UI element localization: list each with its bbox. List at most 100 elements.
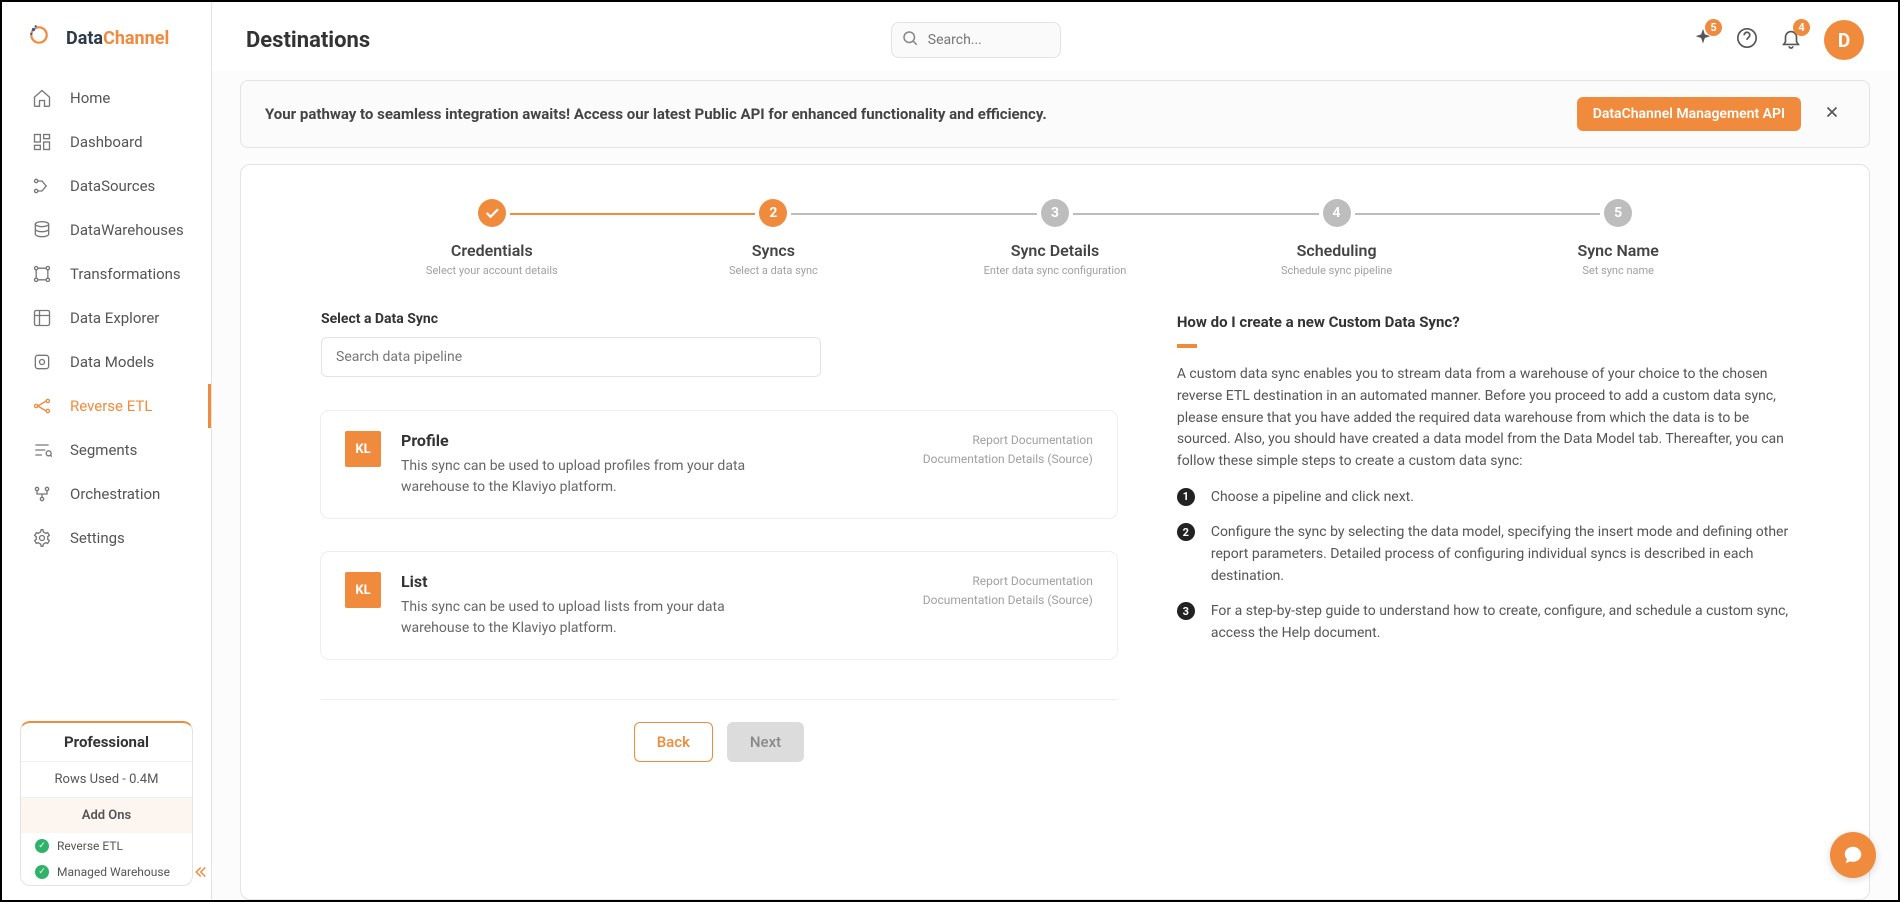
accent-bar <box>1177 344 1197 348</box>
logo-mark-icon <box>28 24 56 52</box>
avatar[interactable]: D <box>1824 20 1864 60</box>
sidebar-item-label: DataWarehouses <box>70 221 184 239</box>
datasources-icon <box>32 176 52 196</box>
notifications-badge: 4 <box>1793 19 1810 36</box>
orchestration-icon <box>32 484 52 504</box>
step-dot: 4 <box>1323 199 1351 227</box>
transformations-icon <box>32 264 52 284</box>
klaviyo-badge-icon: KL <box>345 431 381 467</box>
sidebar-item-orchestration[interactable]: Orchestration <box>2 472 211 516</box>
sidebar-item-home[interactable]: Home <box>2 76 211 120</box>
step-dot: 3 <box>1041 199 1069 227</box>
main: Destinations 5 4 D You <box>212 2 1898 900</box>
divider <box>321 699 1117 700</box>
sidebar-collapse-button[interactable] <box>187 859 213 890</box>
sync-link[interactable]: Report Documentation <box>923 431 1093 450</box>
brand-text: DataChannel <box>66 28 169 49</box>
plan-addons-title: Add Ons <box>21 797 192 833</box>
sidebar-item-datamodels[interactable]: Data Models <box>2 340 211 384</box>
check-icon: ✓ <box>35 839 49 853</box>
banner-cta-button[interactable]: DataChannel Management API <box>1577 97 1801 131</box>
plan-tier: Professional <box>21 723 192 761</box>
klaviyo-badge-icon: KL <box>345 572 381 608</box>
step-credentials[interactable]: Credentials Select your account details <box>351 199 633 277</box>
topbar: Destinations 5 4 D <box>212 2 1898 70</box>
help-panel: How do I create a new Custom Data Sync? … <box>1177 311 1789 762</box>
sidebar-item-label: Dashboard <box>70 133 143 151</box>
sidebar-item-reverseetl[interactable]: Reverse ETL <box>2 384 211 428</box>
sidebar-item-datawarehouses[interactable]: DataWarehouses <box>2 208 211 252</box>
sidebar-item-label: DataSources <box>70 177 155 195</box>
sync-title: Profile <box>401 431 903 450</box>
step-dot: 2 <box>759 199 787 227</box>
sidebar-item-label: Data Models <box>70 353 154 371</box>
back-button[interactable]: Back <box>634 722 713 762</box>
help-step: For a step-by-step guide to understand h… <box>1177 601 1789 644</box>
dashboard-icon <box>32 132 52 152</box>
brand-logo[interactable]: DataChannel <box>2 2 211 70</box>
plan-card: Professional Rows Used - 0.4M Add Ons ✓R… <box>20 721 193 886</box>
sync-link[interactable]: Documentation Details (Source) <box>923 591 1093 610</box>
step-dot-done-icon <box>478 199 506 227</box>
sidebar-item-label: Segments <box>70 441 137 459</box>
plan-addon: ✓Managed Warehouse <box>21 859 192 885</box>
step-syncs[interactable]: 2 Syncs Select a data sync <box>633 199 915 277</box>
sidebar-item-label: Transformations <box>70 265 181 283</box>
search-container <box>891 22 1061 58</box>
sidebar-item-dashboard[interactable]: Dashboard <box>2 120 211 164</box>
sidebar-item-label: Home <box>70 89 110 107</box>
check-icon: ✓ <box>35 865 49 879</box>
sidebar-item-segments[interactable]: Segments <box>2 428 211 472</box>
sparkle-button[interactable]: 5 <box>1692 27 1714 53</box>
top-actions: 5 4 D <box>1692 20 1864 60</box>
step-sync-details[interactable]: 3 Sync Details Enter data sync configura… <box>914 199 1196 277</box>
sidebar-item-label: Orchestration <box>70 485 160 503</box>
sync-desc: This sync can be used to upload profiles… <box>401 456 781 498</box>
sidebar-item-datasources[interactable]: DataSources <box>2 164 211 208</box>
help-step: Choose a pipeline and click next. <box>1177 487 1789 509</box>
warehouse-icon <box>32 220 52 240</box>
step-sync-name[interactable]: 5 Sync Name Set sync name <box>1477 199 1759 277</box>
help-title: How do I create a new Custom Data Sync? <box>1177 311 1789 334</box>
sidebar: DataChannel Home Dashboard DataSources D… <box>2 2 212 900</box>
sync-links: Report Documentation Documentation Detai… <box>923 431 1093 498</box>
models-icon <box>32 352 52 372</box>
help-button[interactable] <box>1736 27 1758 53</box>
sync-selection: Select a Data Sync KL Profile This sync … <box>321 311 1117 762</box>
sidebar-item-label: Data Explorer <box>70 309 159 327</box>
step-dot: 5 <box>1604 199 1632 227</box>
chat-fab[interactable] <box>1830 832 1876 878</box>
help-intro: A custom data sync enables you to stream… <box>1177 364 1789 472</box>
plan-rows: Rows Used - 0.4M <box>21 761 192 797</box>
sync-card-list[interactable]: KL List This sync can be used to upload … <box>321 552 1117 659</box>
wizard-steps: Credentials Select your account details … <box>351 199 1759 277</box>
reverse-etl-icon <box>32 396 52 416</box>
sync-link[interactable]: Report Documentation <box>923 572 1093 591</box>
sync-desc: This sync can be used to upload lists fr… <box>401 597 781 639</box>
sync-link[interactable]: Documentation Details (Source) <box>923 450 1093 469</box>
pipeline-search-input[interactable] <box>321 337 821 377</box>
notifications-button[interactable]: 4 <box>1780 27 1802 53</box>
home-icon <box>32 88 52 108</box>
section-label: Select a Data Sync <box>321 311 1117 327</box>
sidebar-item-label: Reverse ETL <box>70 397 152 415</box>
help-step: Configure the sync by selecting the data… <box>1177 522 1789 587</box>
sidebar-item-dataexplorer[interactable]: Data Explorer <box>2 296 211 340</box>
sync-links: Report Documentation Documentation Detai… <box>923 572 1093 639</box>
sync-title: List <box>401 572 903 591</box>
next-button[interactable]: Next <box>727 722 804 762</box>
banner-close-button[interactable] <box>1819 99 1845 130</box>
sidebar-nav: Home Dashboard DataSources DataWarehouse… <box>2 70 211 560</box>
sparkle-badge: 5 <box>1705 19 1722 36</box>
segments-icon <box>32 440 52 460</box>
step-scheduling[interactable]: 4 Scheduling Schedule sync pipeline <box>1196 199 1478 277</box>
sidebar-item-label: Settings <box>70 529 125 547</box>
page-title: Destinations <box>246 28 370 53</box>
plan-addon: ✓Reverse ETL <box>21 833 192 859</box>
settings-icon <box>32 528 52 548</box>
sidebar-item-transformations[interactable]: Transformations <box>2 252 211 296</box>
explorer-icon <box>32 308 52 328</box>
search-icon <box>901 29 919 51</box>
sidebar-item-settings[interactable]: Settings <box>2 516 211 560</box>
sync-card-profile[interactable]: KL Profile This sync can be used to uplo… <box>321 411 1117 518</box>
